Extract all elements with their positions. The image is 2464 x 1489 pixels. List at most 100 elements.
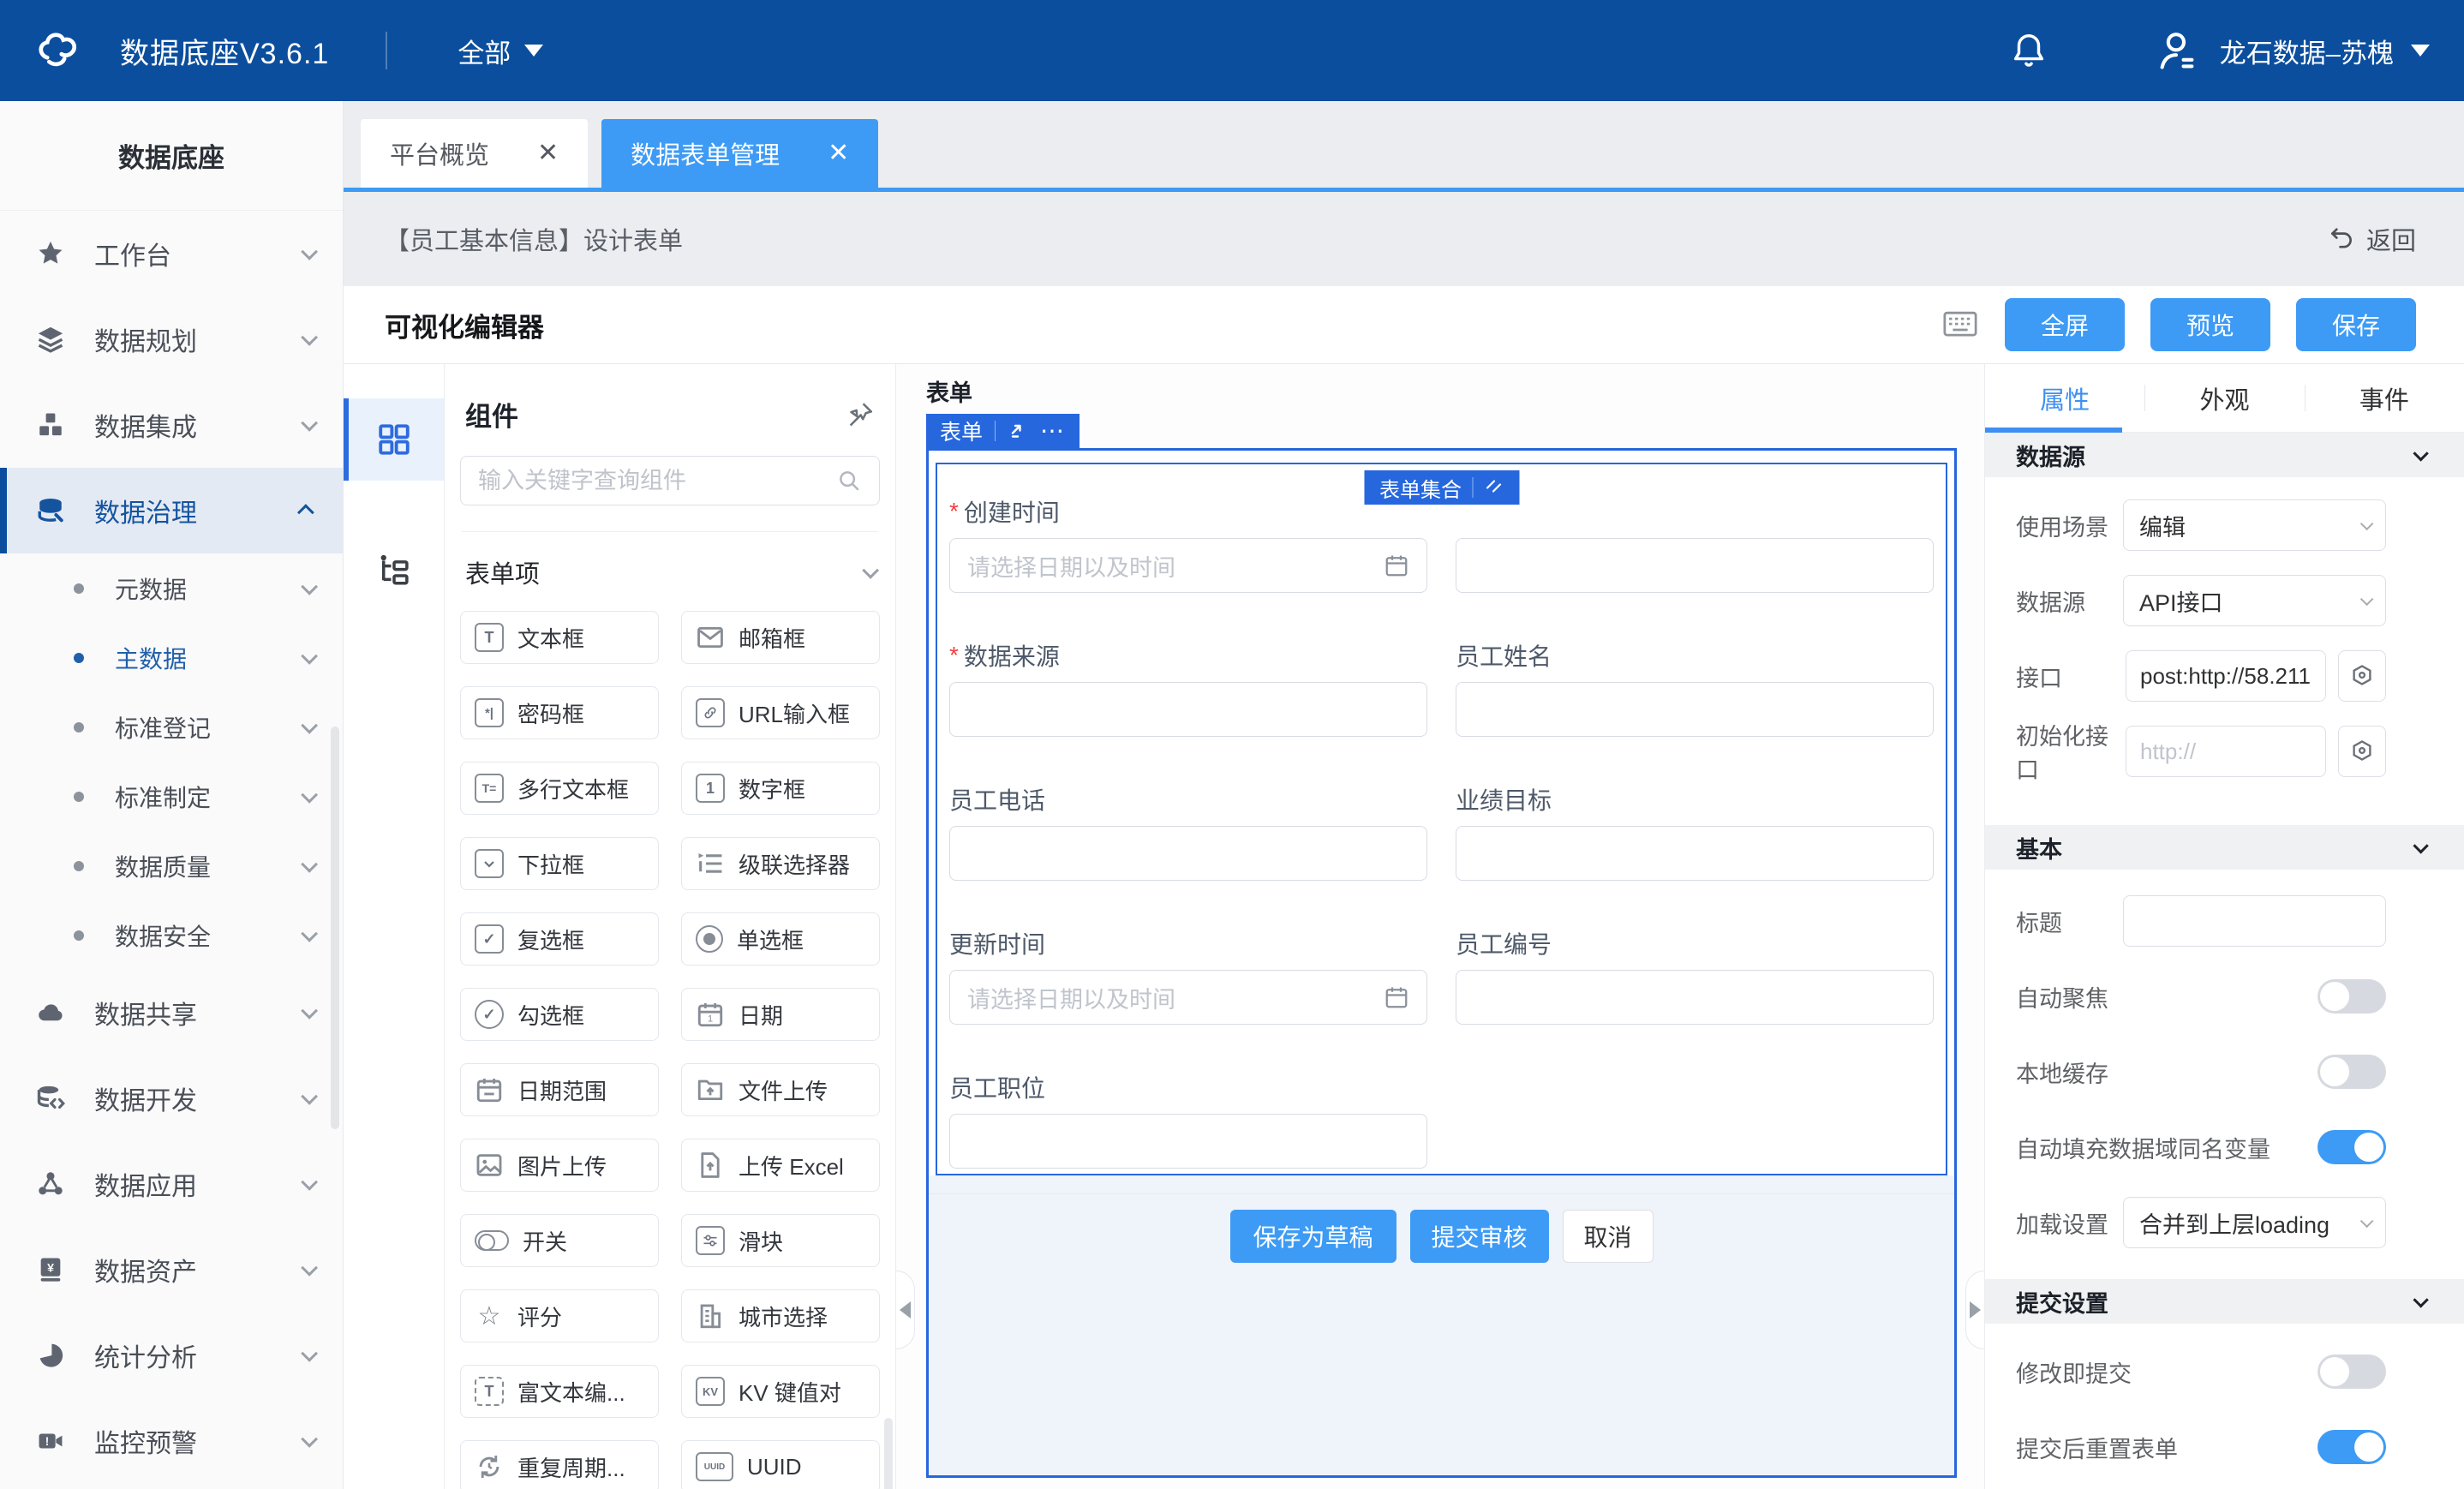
component-excel-upload[interactable]: 上传 Excel [681, 1139, 880, 1192]
tab-appearance[interactable]: 外观 [2144, 364, 2304, 432]
component-uuid[interactable]: UUIDUUID [681, 1440, 880, 1489]
component-kv-pair[interactable]: KVKV 键值对 [681, 1365, 880, 1418]
component-cascader[interactable]: 级联选择器 [681, 837, 880, 890]
user-name[interactable]: 龙石数据–苏槐 [2220, 32, 2394, 70]
component-image-upload[interactable]: 图片上传 [460, 1139, 659, 1192]
component-rating[interactable]: ☆评分 [460, 1289, 659, 1342]
pin-icon[interactable] [846, 400, 875, 429]
sidebar-item-workbench[interactable]: 工作台 [0, 211, 343, 296]
sidebar-subitem-data-security[interactable]: 数据安全 [0, 900, 343, 970]
component-email[interactable]: 邮箱框 [681, 611, 880, 664]
select-parent-icon[interactable] [1008, 421, 1028, 441]
form-field-employee-position[interactable]: 员工职位 [949, 1074, 1427, 1169]
component-repeat-cycle[interactable]: 重复周期... [460, 1440, 659, 1489]
collapse-left-handle[interactable] [896, 1271, 915, 1349]
component-checkbox[interactable]: ✓复选框 [460, 912, 659, 966]
scope-dropdown[interactable]: 全部 [458, 32, 543, 70]
section-datasource[interactable]: 数据源 [1985, 433, 2464, 477]
notification-bell-icon[interactable] [2009, 31, 2048, 70]
collapse-right-handle[interactable] [1965, 1271, 1984, 1349]
form-field-data-source[interactable]: *数据来源 [949, 643, 1427, 737]
tab-data-form-management[interactable]: 数据表单管理 ✕ [601, 119, 878, 188]
form-selection-tag[interactable]: 表单 ⋯ [926, 414, 1079, 448]
component-textarea[interactable]: T=多行文本框 [460, 762, 659, 815]
component-number[interactable]: 1数字框 [681, 762, 880, 815]
employee-id-input[interactable] [1456, 970, 1934, 1025]
form-field-performance-target[interactable]: 业绩目标 [1456, 786, 1934, 881]
component-url-input[interactable]: URL输入框 [681, 686, 880, 739]
sidebar-item-data-governance[interactable]: 数据治理 [0, 468, 343, 553]
component-search-input[interactable] [478, 468, 836, 494]
back-button[interactable]: 返回 [2327, 221, 2416, 257]
autofocus-toggle[interactable] [2317, 979, 2386, 1014]
sidebar-item-data-development[interactable]: 数据开发 [0, 1055, 343, 1141]
component-check-circle[interactable]: ✓勾选框 [460, 988, 659, 1041]
section-submit[interactable]: 提交设置 [1985, 1279, 2464, 1324]
component-date[interactable]: 1日期 [681, 988, 880, 1041]
component-file-upload[interactable]: 文件上传 [681, 1063, 880, 1116]
local-cache-toggle[interactable] [2317, 1055, 2386, 1089]
form-field-unlabeled[interactable] [1456, 499, 1934, 593]
components-scrollbar[interactable] [884, 1418, 893, 1489]
component-slider[interactable]: 滑块 [681, 1214, 880, 1267]
reset-after-submit-toggle[interactable] [2317, 1430, 2386, 1464]
form-collection-tag[interactable]: 表单集合 [1364, 470, 1519, 505]
close-icon[interactable]: ✕ [537, 141, 559, 166]
loading-select[interactable]: 合并到上层loading [2123, 1197, 2386, 1248]
init-api-settings-button[interactable] [2338, 726, 2386, 777]
tab-platform-overview[interactable]: 平台概览 ✕ [361, 119, 588, 188]
form-field-update-time[interactable]: 更新时间 请选择日期以及时间 [949, 930, 1427, 1025]
api-settings-button[interactable] [2338, 650, 2386, 702]
submit-on-change-toggle[interactable] [2317, 1354, 2386, 1389]
create-time-datetime-input[interactable]: 请选择日期以及时间 [949, 538, 1427, 593]
selected-form-collection[interactable]: 表单集合 *创建时间 请选择日期以及时间 [936, 463, 1947, 1175]
component-dropdown[interactable]: 下拉框 [460, 837, 659, 890]
autofill-toggle[interactable] [2317, 1130, 2386, 1164]
unlabeled-input[interactable] [1456, 538, 1934, 593]
component-textbox[interactable]: T文本框 [460, 611, 659, 664]
form-field-create-time[interactable]: *创建时间 请选择日期以及时间 [949, 499, 1427, 593]
form-field-employee-id[interactable]: 员工编号 [1456, 930, 1934, 1025]
fullscreen-button[interactable]: 全屏 [2005, 298, 2125, 351]
sidebar-item-data-integration[interactable]: 数据集成 [0, 382, 343, 468]
sidebar-item-data-assets[interactable]: ¥ 数据资产 [0, 1227, 343, 1313]
performance-target-input[interactable] [1456, 826, 1934, 881]
sidebar-item-data-sharing[interactable]: 数据共享 [0, 970, 343, 1055]
rail-components-tab[interactable] [344, 398, 444, 481]
submit-review-button[interactable]: 提交审核 [1410, 1210, 1549, 1263]
cancel-button[interactable]: 取消 [1563, 1210, 1654, 1263]
data-source-input[interactable] [949, 682, 1427, 737]
close-icon[interactable]: ✕ [828, 141, 849, 166]
selected-form-container[interactable]: 表单集合 *创建时间 请选择日期以及时间 [926, 448, 1957, 1478]
keyboard-icon[interactable] [1941, 308, 1979, 341]
title-input[interactable] [2123, 895, 2386, 947]
sidebar-item-statistics[interactable]: 统计分析 [0, 1313, 343, 1398]
preview-button[interactable]: 预览 [2150, 298, 2270, 351]
update-time-datetime-input[interactable]: 请选择日期以及时间 [949, 970, 1427, 1025]
employee-position-input[interactable] [949, 1114, 1427, 1169]
employee-name-input[interactable] [1456, 682, 1934, 737]
sidebar-subitem-standard-registration[interactable]: 标准登记 [0, 692, 343, 762]
sidebar-item-data-planning[interactable]: 数据规划 [0, 296, 343, 382]
sidebar-subitem-metadata[interactable]: 元数据 [0, 553, 343, 623]
api-url-input[interactable] [2126, 650, 2326, 702]
component-rich-text[interactable]: T富文本编... [460, 1365, 659, 1418]
sidebar-item-monitoring[interactable]: ! 监控预警 [0, 1398, 343, 1484]
component-date-range[interactable]: 日期范围 [460, 1063, 659, 1116]
init-api-input[interactable] [2126, 726, 2326, 777]
employee-phone-input[interactable] [949, 826, 1427, 881]
rail-outline-tab[interactable] [344, 529, 444, 611]
user-avatar-icon[interactable] [2155, 28, 2199, 73]
group-form-items[interactable]: 表单项 [460, 554, 880, 590]
sidebar-item-data-application[interactable]: 数据应用 [0, 1141, 343, 1227]
form-field-employee-phone[interactable]: 员工电话 [949, 786, 1427, 881]
tab-events[interactable]: 事件 [2305, 364, 2464, 432]
collection-icon[interactable] [1483, 477, 1504, 498]
more-icon[interactable]: ⋯ [1040, 426, 1066, 435]
scene-select[interactable]: 编辑 [2123, 499, 2386, 551]
form-field-employee-name[interactable]: 员工姓名 [1456, 643, 1934, 737]
tab-attributes[interactable]: 属性 [1985, 364, 2144, 432]
save-draft-button[interactable]: 保存为草稿 [1230, 1210, 1396, 1263]
section-basic[interactable]: 基本 [1985, 825, 2464, 870]
component-password[interactable]: *|密码框 [460, 686, 659, 739]
